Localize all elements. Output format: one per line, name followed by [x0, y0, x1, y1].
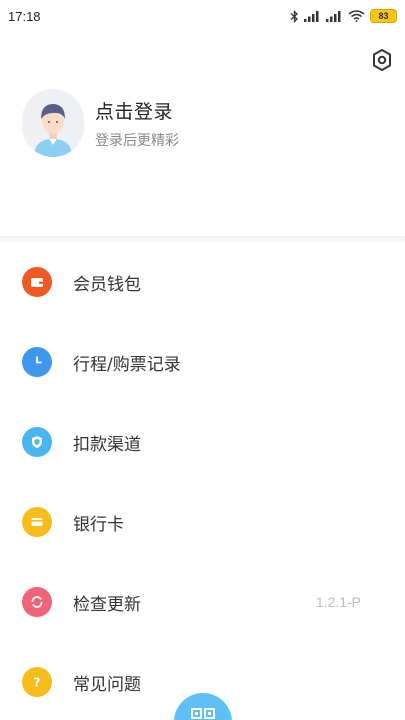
menu-item-wallet[interactable]: 会员钱包	[0, 242, 405, 322]
gear-icon	[373, 49, 391, 71]
question-icon: ?	[22, 667, 52, 697]
avatar-icon	[34, 104, 72, 157]
login-subtitle: 登录后更精彩	[95, 132, 179, 149]
signal-icon	[304, 11, 319, 22]
menu-item-payment-channel[interactable]: 扣款渠道	[0, 402, 405, 482]
bluetooth-icon	[290, 9, 298, 23]
battery-level: 83	[378, 10, 389, 21]
svg-text:?: ?	[34, 676, 41, 690]
menu-item-check-update[interactable]: 检查更新 1.2.1-P	[0, 562, 405, 642]
menu-label: 检查更新	[73, 594, 141, 615]
settings-button[interactable]	[369, 46, 395, 74]
battery-icon: 83	[370, 9, 397, 23]
menu-label: 会员钱包	[73, 274, 141, 295]
clock-icon	[22, 347, 52, 377]
menu-label: 扣款渠道	[73, 434, 141, 455]
login-title[interactable]: 点击登录	[95, 97, 179, 124]
status-icons: 83	[290, 9, 397, 23]
status-time: 17:18	[8, 8, 41, 24]
wifi-icon	[348, 10, 365, 22]
status-bar: 17:18 83	[0, 0, 405, 32]
version-label: 1.2.1-P	[315, 594, 361, 610]
menu-label: 常见问题	[73, 674, 141, 695]
wallet-icon	[22, 267, 52, 297]
menu-item-bank-card[interactable]: 银行卡	[0, 482, 405, 562]
shield-icon	[22, 427, 52, 457]
menu-list: 会员钱包 行程/购票记录 扣款渠道 银行卡 检查更新 1.2.1-P ? 常见问…	[0, 242, 405, 720]
avatar[interactable]	[22, 89, 84, 157]
refresh-icon	[22, 587, 52, 617]
signal-icon	[326, 11, 341, 22]
card-icon	[22, 507, 52, 537]
menu-label: 银行卡	[73, 514, 124, 535]
menu-label: 行程/购票记录	[73, 354, 181, 375]
menu-item-trip-records[interactable]: 行程/购票记录	[0, 322, 405, 402]
profile-login[interactable]: 点击登录 登录后更精彩	[22, 88, 382, 158]
qr-code-icon	[191, 708, 215, 719]
